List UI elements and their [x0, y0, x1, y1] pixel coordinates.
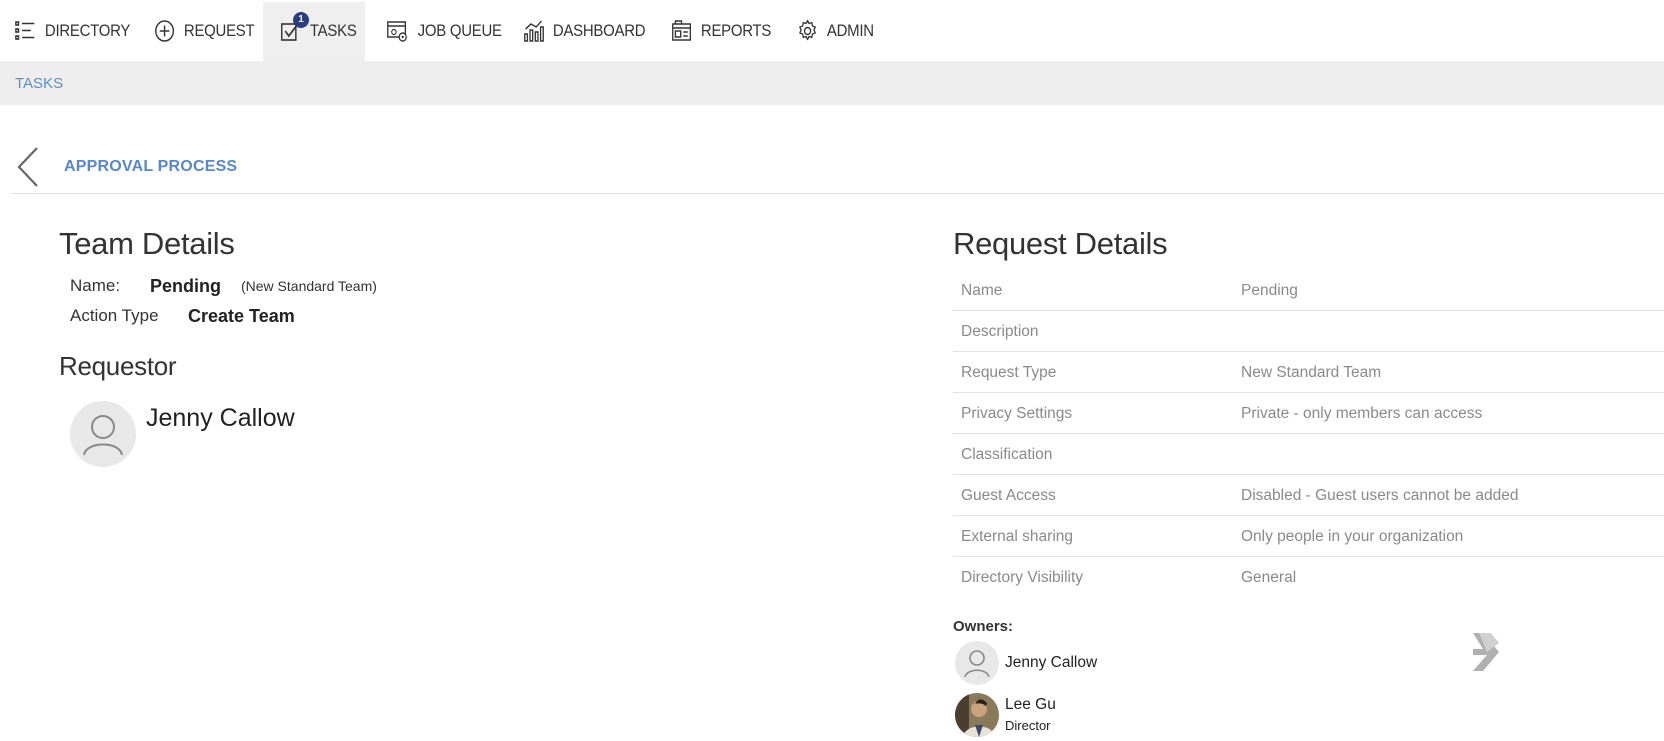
- row-value: Private - only members can access: [1241, 405, 1483, 422]
- nav-request[interactable]: REQUEST: [154, 0, 255, 61]
- list-icon: [15, 20, 35, 40]
- row-value: General: [1241, 569, 1297, 586]
- owners-label: Owners:: [953, 618, 1014, 635]
- gear-icon: [799, 19, 816, 40]
- owner-role: Director: [1005, 718, 1051, 733]
- team-details-heading: Team Details: [59, 226, 235, 261]
- row-label: Privacy Settings: [961, 405, 1073, 422]
- requestor-name: Jenny Callow: [146, 404, 295, 432]
- requestor-heading: Requestor: [59, 351, 177, 381]
- team-name-label: Name:: [70, 276, 121, 295]
- row-label: Name: [961, 282, 1003, 299]
- table-row: Request Type New Standard Team: [953, 352, 1664, 393]
- table-row: Classification: [953, 434, 1664, 475]
- avatar: [70, 401, 136, 467]
- table-row: Guest Access Disabled - Guest users cann…: [953, 475, 1664, 516]
- back-arrow-icon[interactable]: [16, 146, 40, 188]
- user-icon: [964, 650, 990, 678]
- nav-reports-label: REPORTS: [700, 20, 772, 40]
- row-label: Request Type: [961, 364, 1057, 381]
- owner-name: Jenny Callow: [1005, 654, 1098, 671]
- request-details-table: Name Pending Description Request Type Ne…: [953, 270, 1664, 597]
- row-value: Only people in your organization: [1241, 528, 1464, 545]
- nav-tasks[interactable]: TASKS: [280, 0, 357, 61]
- reports-icon: [672, 19, 692, 41]
- row-label: Directory Visibility: [961, 569, 1084, 586]
- action-type-label: Action Type: [70, 306, 159, 325]
- row-value: Pending: [1241, 282, 1298, 299]
- request-details-heading: Request Details: [953, 226, 1168, 261]
- nav-job-queue[interactable]: JOB QUEUE: [386, 0, 502, 61]
- divider: [10, 193, 1664, 194]
- row-label: Guest Access: [961, 487, 1056, 504]
- nav-tasks-label: TASKS: [309, 20, 357, 40]
- owner-name: Lee Gu: [1005, 696, 1056, 713]
- table-row: Directory Visibility General: [953, 557, 1664, 597]
- table-row: Privacy Settings Private - only members …: [953, 393, 1664, 434]
- team-name-value: Pending: [150, 276, 221, 296]
- chart-icon: [524, 19, 544, 42]
- owner-photo: [955, 693, 999, 737]
- row-label: Classification: [961, 446, 1053, 463]
- nav-admin[interactable]: ADMIN: [797, 0, 874, 61]
- table-row: Description: [953, 311, 1664, 352]
- breadcrumb[interactable]: TASKS: [15, 75, 63, 92]
- avatar: [955, 641, 999, 685]
- job-queue-icon: [387, 20, 407, 42]
- nav-directory[interactable]: DIRECTORY: [15, 0, 130, 61]
- table-row: Name Pending: [953, 270, 1664, 311]
- top-navigation: DIRECTORY REQUEST TASKS 1 JOB QUEUE DASH…: [0, 0, 1664, 61]
- nav-request-label: REQUEST: [183, 20, 255, 40]
- nav-admin-label: ADMIN: [826, 20, 874, 40]
- plus-circle-icon: [155, 19, 175, 42]
- nav-dashboard[interactable]: DASHBOARD: [523, 0, 646, 61]
- team-type: (New Standard Team): [241, 278, 377, 294]
- user-icon: [83, 415, 123, 456]
- row-label: Description: [961, 323, 1039, 340]
- nav-directory-label: DIRECTORY: [44, 20, 131, 40]
- nav-job-queue-label: JOB QUEUE: [417, 20, 502, 40]
- tasks-count-badge: 1: [293, 12, 309, 28]
- nav-reports[interactable]: REPORTS: [671, 0, 771, 61]
- page-title: APPROVAL PROCESS: [64, 158, 238, 175]
- row-value: Disabled - Guest users cannot be added: [1241, 487, 1519, 504]
- breadcrumb-bar: TASKS: [0, 61, 1664, 105]
- chevron-right-icon[interactable]: [1469, 631, 1501, 673]
- action-type-value: Create Team: [188, 306, 295, 326]
- row-label: External sharing: [961, 528, 1074, 545]
- table-row: External sharing Only people in your org…: [953, 516, 1664, 557]
- row-value: New Standard Team: [1241, 364, 1382, 381]
- person-photo-icon: [955, 693, 999, 737]
- nav-dashboard-label: DASHBOARD: [552, 20, 646, 40]
